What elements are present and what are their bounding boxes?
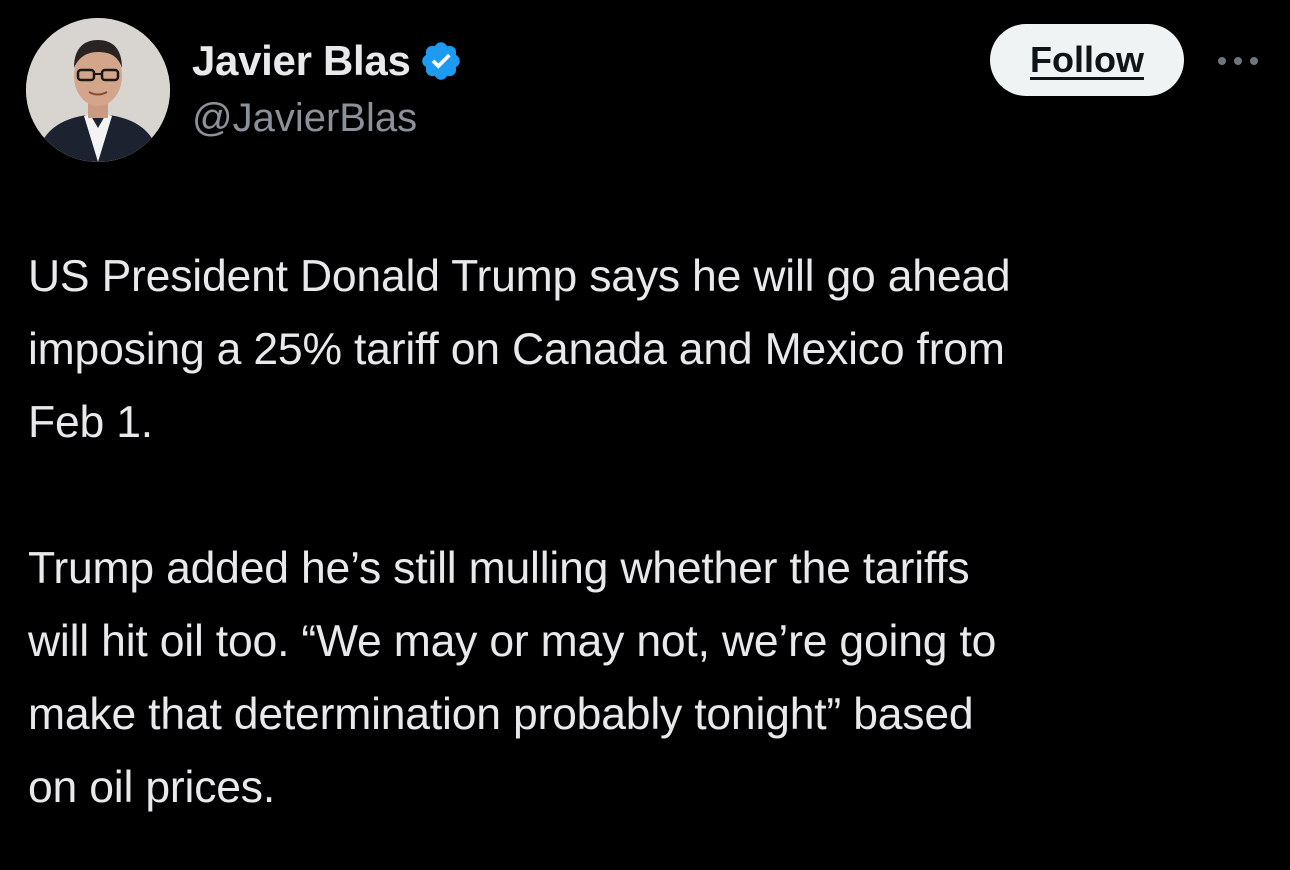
author-handle[interactable]: @JavierBlas — [192, 96, 463, 141]
avatar[interactable] — [26, 18, 170, 162]
tweet-text: US President Donald Trump says he will g… — [28, 240, 1258, 824]
author-display-name[interactable]: Javier Blas — [192, 37, 411, 85]
tweet-line: Trump added he’s still mulling whether t… — [28, 544, 970, 593]
author-info: Javier Blas @JavierBlas — [192, 36, 463, 141]
tweet-paragraph: Trump added he’s still mulling whether t… — [28, 532, 1258, 824]
follow-button[interactable]: Follow — [990, 24, 1184, 96]
display-name-row: Javier Blas — [192, 36, 463, 86]
tweet-paragraph: US President Donald Trump says he will g… — [28, 240, 1258, 459]
more-options-icon[interactable] — [1212, 46, 1264, 76]
tweet-line: on oil prices. — [28, 763, 276, 812]
tweet-card: Javier Blas @JavierBlas Follow US Presid… — [0, 0, 1290, 870]
tweet-line: make that determination probably tonight… — [28, 690, 974, 739]
tweet-line: Feb 1. — [28, 398, 153, 447]
tweet-line: will hit oil too. “We may or may not, we… — [28, 617, 997, 666]
profile-photo — [26, 18, 170, 162]
tweet-line: imposing a 25% tariff on Canada and Mexi… — [28, 325, 1005, 374]
verified-badge-icon — [419, 39, 463, 83]
tweet-line: US President Donald Trump says he will g… — [28, 252, 1011, 301]
